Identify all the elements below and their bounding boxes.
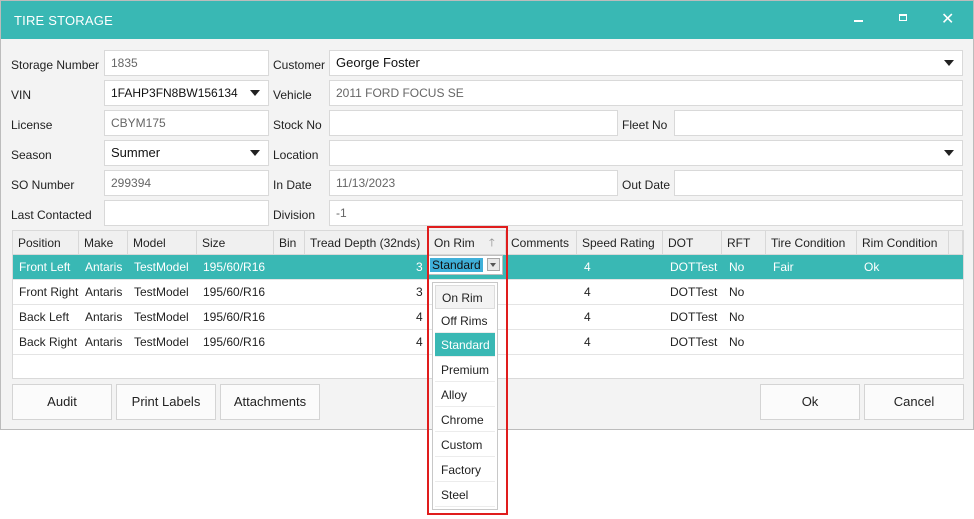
minimize-button[interactable] bbox=[849, 10, 869, 30]
maximize-icon bbox=[899, 14, 907, 21]
fleet-no-field[interactable] bbox=[674, 110, 963, 136]
cell-model: TestModel bbox=[134, 285, 189, 299]
season-label: Season bbox=[11, 148, 52, 162]
vin-select[interactable]: 1FAHP3FN8BW156134 bbox=[104, 80, 269, 106]
vin-value: 1FAHP3FN8BW156134 bbox=[111, 86, 238, 100]
so-number-field[interactable]: 299394 bbox=[104, 170, 269, 196]
cell-position: Front Left bbox=[19, 260, 71, 274]
cell-speed-rating: 4 bbox=[584, 335, 591, 349]
cell-speed-rating: 4 bbox=[584, 285, 591, 299]
column-header-model[interactable]: Model bbox=[128, 231, 197, 255]
column-header-tread-depth[interactable]: Tread Depth (32nds) bbox=[305, 231, 429, 255]
location-select[interactable] bbox=[329, 140, 963, 166]
cell-speed-rating: 4 bbox=[584, 310, 591, 324]
column-header-rft[interactable]: RFT bbox=[722, 231, 766, 255]
cell-rft: No bbox=[729, 260, 745, 274]
audit-button[interactable]: Audit bbox=[12, 384, 112, 420]
cell-dot: DOTTest bbox=[670, 285, 718, 299]
season-select[interactable]: Summer bbox=[104, 140, 269, 166]
license-field[interactable]: CBYM175 bbox=[104, 110, 269, 136]
column-header-size[interactable]: Size bbox=[197, 231, 274, 255]
vin-label: VIN bbox=[11, 88, 32, 102]
close-icon: ✕ bbox=[941, 11, 955, 28]
license-label: License bbox=[11, 118, 53, 132]
fleet-no-label: Fleet No bbox=[622, 118, 668, 132]
in-date-field[interactable]: 11/13/2023 bbox=[329, 170, 618, 196]
so-number-label: SO Number bbox=[11, 178, 75, 192]
chevron-down-icon bbox=[250, 150, 260, 156]
column-header-dot[interactable]: DOT bbox=[663, 231, 722, 255]
division-field[interactable]: -1 bbox=[329, 200, 963, 226]
cell-position: Back Left bbox=[19, 310, 70, 324]
column-header-speed-rating[interactable]: Speed Rating bbox=[577, 231, 663, 255]
cell-speed-rating: 4 bbox=[584, 260, 591, 274]
storage-number-field[interactable]: 1835 bbox=[104, 50, 269, 76]
highlight-box bbox=[427, 226, 508, 515]
cell-model: TestModel bbox=[134, 310, 189, 324]
maximize-button[interactable] bbox=[894, 10, 914, 30]
column-header-tire-condition[interactable]: Tire Condition bbox=[766, 231, 857, 255]
title-bar: TIRE STORAGE ✕ bbox=[1, 1, 973, 39]
cell-dot: DOTTest bbox=[670, 260, 718, 274]
out-date-label: Out Date bbox=[622, 178, 671, 192]
print-labels-button[interactable]: Print Labels bbox=[116, 384, 216, 420]
location-label: Location bbox=[273, 148, 319, 162]
cell-size: 195/60/R16 bbox=[203, 310, 266, 324]
cell-tire-condition: Fair bbox=[773, 260, 794, 274]
cell-make: Antaris bbox=[85, 260, 123, 274]
cell-dot: DOTTest bbox=[670, 310, 718, 324]
division-label: Division bbox=[273, 208, 316, 222]
attachments-button[interactable]: Attachments bbox=[220, 384, 320, 420]
cell-size: 195/60/R16 bbox=[203, 335, 266, 349]
cell-rft: No bbox=[729, 335, 745, 349]
cell-model: TestModel bbox=[134, 335, 189, 349]
last-contacted-field[interactable] bbox=[104, 200, 269, 226]
in-date-label: In Date bbox=[273, 178, 312, 192]
customer-label: Customer bbox=[273, 58, 326, 72]
stock-no-field[interactable] bbox=[329, 110, 618, 136]
close-button[interactable]: ✕ bbox=[938, 10, 958, 30]
cell-tread-depth: 4 bbox=[416, 310, 423, 324]
stock-no-label: Stock No bbox=[273, 118, 322, 132]
column-header-make[interactable]: Make bbox=[79, 231, 128, 255]
cell-rft: No bbox=[729, 310, 745, 324]
cell-tread-depth: 4 bbox=[416, 335, 423, 349]
column-header-position[interactable]: Position bbox=[13, 231, 79, 255]
ok-button[interactable]: Ok bbox=[760, 384, 860, 420]
customer-value: George Foster bbox=[336, 55, 420, 70]
cell-tread-depth: 3 bbox=[416, 260, 423, 274]
chevron-down-icon bbox=[250, 90, 260, 96]
chevron-down-icon bbox=[944, 150, 954, 156]
column-header-bin[interactable]: Bin bbox=[274, 231, 305, 255]
cell-tread-depth: 3 bbox=[416, 285, 423, 299]
cancel-button[interactable]: Cancel bbox=[864, 384, 964, 420]
storage-number-label: Storage Number bbox=[11, 58, 100, 72]
cell-model: TestModel bbox=[134, 260, 189, 274]
cell-size: 195/60/R16 bbox=[203, 285, 266, 299]
window-title: TIRE STORAGE bbox=[14, 13, 113, 28]
minimize-icon bbox=[854, 20, 863, 22]
vehicle-field[interactable]: 2011 FORD FOCUS SE bbox=[329, 80, 963, 106]
cell-make: Antaris bbox=[85, 310, 123, 324]
cell-size: 195/60/R16 bbox=[203, 260, 266, 274]
cell-rft: No bbox=[729, 285, 745, 299]
column-header-rim-condition[interactable]: Rim Condition bbox=[857, 231, 949, 255]
column-header-comments[interactable]: Comments bbox=[506, 231, 577, 255]
vehicle-label: Vehicle bbox=[273, 88, 312, 102]
customer-select[interactable]: George Foster bbox=[329, 50, 963, 76]
column-header-filler bbox=[949, 231, 963, 255]
out-date-field[interactable] bbox=[674, 170, 963, 196]
cell-make: Antaris bbox=[85, 335, 123, 349]
last-contacted-label: Last Contacted bbox=[11, 208, 92, 222]
cell-position: Front Right bbox=[19, 285, 79, 299]
season-value: Summer bbox=[111, 145, 161, 160]
cell-rim-condition: Ok bbox=[864, 260, 880, 274]
cell-position: Back Right bbox=[19, 335, 78, 349]
cell-dot: DOTTest bbox=[670, 335, 718, 349]
chevron-down-icon bbox=[944, 60, 954, 66]
cell-make: Antaris bbox=[85, 285, 123, 299]
